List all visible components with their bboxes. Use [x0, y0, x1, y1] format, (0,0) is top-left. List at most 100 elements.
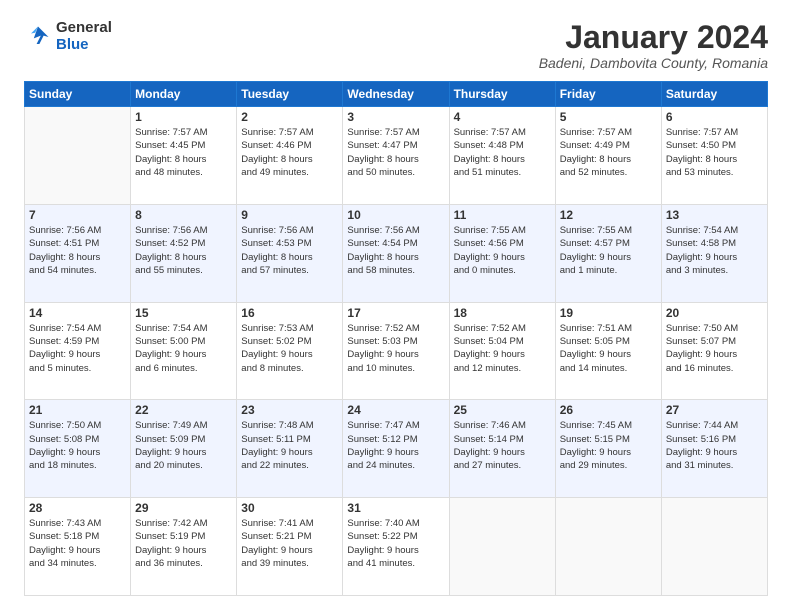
calendar-cell-3-3: 24 Sunrise: 7:47 AMSunset: 5:12 PMDayligh… — [343, 400, 449, 498]
day-info: Sunrise: 7:57 AMSunset: 4:50 PMDaylight:… — [666, 126, 763, 179]
day-number: 28 — [29, 501, 126, 515]
calendar-cell-4-0: 28Sunrise: 7:43 AMSunset: 5:18 PMDayligh… — [25, 498, 131, 596]
day-number: 14 — [29, 306, 126, 320]
calendar-cell-4-2: 30 Sunrise: 7:41 AMSunset: 5:21 PMDayligh… — [237, 498, 343, 596]
logo-general: General — [56, 20, 112, 37]
day-number: 5 — [560, 110, 657, 124]
day-info: Sunrise: 7:47 AMSunset: 5:12 PMDaylight:… — [347, 419, 444, 472]
day-info: Sunrise: 7:55 AMSunset: 4:57 PMDaylight:… — [560, 224, 657, 277]
calendar-cell-3-6: 27 Sunrise: 7:44 AMSunset: 5:16 PMDayligh… — [661, 400, 767, 498]
day-info: Sunrise: 7:44 AMSunset: 5:16 PMDaylight:… — [666, 419, 763, 472]
calendar-cell-1-4: 11Sunrise: 7:55 AMSunset: 4:56 PMDayligh… — [449, 204, 555, 302]
calendar-cell-0-4: 4Sunrise: 7:57 AMSunset: 4:48 PMDaylight… — [449, 107, 555, 205]
day-info: Sunrise: 7:56 AMSunset: 4:54 PMDaylight:… — [347, 224, 444, 277]
day-info: Sunrise: 7:56 AMSunset: 4:51 PMDaylight:… — [29, 224, 126, 277]
day-number: 19 — [560, 306, 657, 320]
day-number: 21 — [29, 403, 126, 417]
day-number: 23 — [241, 403, 338, 417]
calendar-week-0: 1Sunrise: 7:57 AMSunset: 4:45 PMDaylight… — [25, 107, 768, 205]
day-number: 30 — [241, 501, 338, 515]
day-info: Sunrise: 7:56 AMSunset: 4:52 PMDaylight:… — [135, 224, 232, 277]
location: Badeni, Dambovita County, Romania — [539, 55, 768, 71]
calendar-cell-2-1: 15 Sunrise: 7:54 AMSunset: 5:00 PMDayligh… — [131, 302, 237, 400]
calendar-cell-3-5: 26 Sunrise: 7:45 AMSunset: 5:15 PMDayligh… — [555, 400, 661, 498]
day-number: 11 — [454, 208, 551, 222]
day-number: 22 — [135, 403, 232, 417]
day-number: 2 — [241, 110, 338, 124]
title-block: January 2024 Badeni, Dambovita County, R… — [539, 20, 768, 71]
day-number: 26 — [560, 403, 657, 417]
day-number: 20 — [666, 306, 763, 320]
day-number: 17 — [347, 306, 444, 320]
calendar-cell-4-6 — [661, 498, 767, 596]
day-info: Sunrise: 7:54 AMSunset: 5:00 PMDaylight:… — [135, 322, 232, 375]
month-title: January 2024 — [539, 20, 768, 55]
day-number: 8 — [135, 208, 232, 222]
day-number: 7 — [29, 208, 126, 222]
calendar-cell-2-2: 16Sunrise: 7:53 AMSunset: 5:02 PMDayligh… — [237, 302, 343, 400]
calendar-cell-4-1: 29Sunrise: 7:42 AMSunset: 5:19 PMDayligh… — [131, 498, 237, 596]
calendar-cell-0-3: 3Sunrise: 7:57 AMSunset: 4:47 PMDaylight… — [343, 107, 449, 205]
logo-text: General Blue — [56, 20, 112, 53]
day-number: 10 — [347, 208, 444, 222]
day-info: Sunrise: 7:45 AMSunset: 5:15 PMDaylight:… — [560, 419, 657, 472]
day-info: Sunrise: 7:57 AMSunset: 4:49 PMDaylight:… — [560, 126, 657, 179]
day-info: Sunrise: 7:57 AMSunset: 4:45 PMDaylight:… — [135, 126, 232, 179]
day-info: Sunrise: 7:42 AMSunset: 5:19 PMDaylight:… — [135, 517, 232, 570]
col-tuesday: Tuesday — [237, 82, 343, 107]
calendar-cell-4-5 — [555, 498, 661, 596]
calendar-cell-0-0 — [25, 107, 131, 205]
col-thursday: Thursday — [449, 82, 555, 107]
day-number: 12 — [560, 208, 657, 222]
logo-blue: Blue — [56, 37, 112, 54]
logo-icon — [24, 23, 52, 51]
day-number: 9 — [241, 208, 338, 222]
calendar-cell-2-0: 14 Sunrise: 7:54 AMSunset: 4:59 PMDayligh… — [25, 302, 131, 400]
calendar-week-2: 14 Sunrise: 7:54 AMSunset: 4:59 PMDayligh… — [25, 302, 768, 400]
col-monday: Monday — [131, 82, 237, 107]
calendar-cell-2-4: 18Sunrise: 7:52 AMSunset: 5:04 PMDayligh… — [449, 302, 555, 400]
day-number: 24 — [347, 403, 444, 417]
calendar-cell-4-4 — [449, 498, 555, 596]
day-info: Sunrise: 7:52 AMSunset: 5:03 PMDaylight:… — [347, 322, 444, 375]
day-info: Sunrise: 7:40 AMSunset: 5:22 PMDaylight:… — [347, 517, 444, 570]
day-number: 25 — [454, 403, 551, 417]
calendar-table: Sunday Monday Tuesday Wednesday Thursday… — [24, 81, 768, 596]
day-info: Sunrise: 7:52 AMSunset: 5:04 PMDaylight:… — [454, 322, 551, 375]
day-info: Sunrise: 7:50 AMSunset: 5:08 PMDaylight:… — [29, 419, 126, 472]
calendar-cell-0-2: 2 Sunrise: 7:57 AMSunset: 4:46 PMDaylight… — [237, 107, 343, 205]
header: General Blue January 2024 Badeni, Dambov… — [24, 20, 768, 71]
day-info: Sunrise: 7:46 AMSunset: 5:14 PMDaylight:… — [454, 419, 551, 472]
calendar-cell-2-5: 19Sunrise: 7:51 AMSunset: 5:05 PMDayligh… — [555, 302, 661, 400]
day-info: Sunrise: 7:50 AMSunset: 5:07 PMDaylight:… — [666, 322, 763, 375]
calendar-cell-1-0: 7 Sunrise: 7:56 AMSunset: 4:51 PMDaylight… — [25, 204, 131, 302]
day-info: Sunrise: 7:54 AMSunset: 4:58 PMDaylight:… — [666, 224, 763, 277]
calendar-week-1: 7 Sunrise: 7:56 AMSunset: 4:51 PMDaylight… — [25, 204, 768, 302]
calendar-cell-0-1: 1Sunrise: 7:57 AMSunset: 4:45 PMDaylight… — [131, 107, 237, 205]
logo: General Blue — [24, 20, 112, 53]
day-info: Sunrise: 7:57 AMSunset: 4:46 PMDaylight:… — [241, 126, 338, 179]
calendar-cell-3-4: 25 Sunrise: 7:46 AMSunset: 5:14 PMDayligh… — [449, 400, 555, 498]
day-number: 6 — [666, 110, 763, 124]
day-number: 27 — [666, 403, 763, 417]
calendar-cell-1-5: 12 Sunrise: 7:55 AMSunset: 4:57 PMDayligh… — [555, 204, 661, 302]
day-info: Sunrise: 7:57 AMSunset: 4:48 PMDaylight:… — [454, 126, 551, 179]
calendar-cell-0-6: 6 Sunrise: 7:57 AMSunset: 4:50 PMDaylight… — [661, 107, 767, 205]
day-info: Sunrise: 7:49 AMSunset: 5:09 PMDaylight:… — [135, 419, 232, 472]
page: General Blue January 2024 Badeni, Dambov… — [0, 0, 792, 612]
day-info: Sunrise: 7:54 AMSunset: 4:59 PMDaylight:… — [29, 322, 126, 375]
calendar-cell-1-1: 8 Sunrise: 7:56 AMSunset: 4:52 PMDaylight… — [131, 204, 237, 302]
day-number: 16 — [241, 306, 338, 320]
calendar-cell-0-5: 5 Sunrise: 7:57 AMSunset: 4:49 PMDaylight… — [555, 107, 661, 205]
day-number: 3 — [347, 110, 444, 124]
day-number: 15 — [135, 306, 232, 320]
col-sunday: Sunday — [25, 82, 131, 107]
calendar-cell-3-0: 21 Sunrise: 7:50 AMSunset: 5:08 PMDayligh… — [25, 400, 131, 498]
calendar-week-3: 21 Sunrise: 7:50 AMSunset: 5:08 PMDayligh… — [25, 400, 768, 498]
col-friday: Friday — [555, 82, 661, 107]
calendar-cell-1-6: 13Sunrise: 7:54 AMSunset: 4:58 PMDayligh… — [661, 204, 767, 302]
calendar-cell-2-3: 17 Sunrise: 7:52 AMSunset: 5:03 PMDayligh… — [343, 302, 449, 400]
day-info: Sunrise: 7:41 AMSunset: 5:21 PMDaylight:… — [241, 517, 338, 570]
calendar-week-4: 28Sunrise: 7:43 AMSunset: 5:18 PMDayligh… — [25, 498, 768, 596]
calendar-cell-3-2: 23Sunrise: 7:48 AMSunset: 5:11 PMDayligh… — [237, 400, 343, 498]
